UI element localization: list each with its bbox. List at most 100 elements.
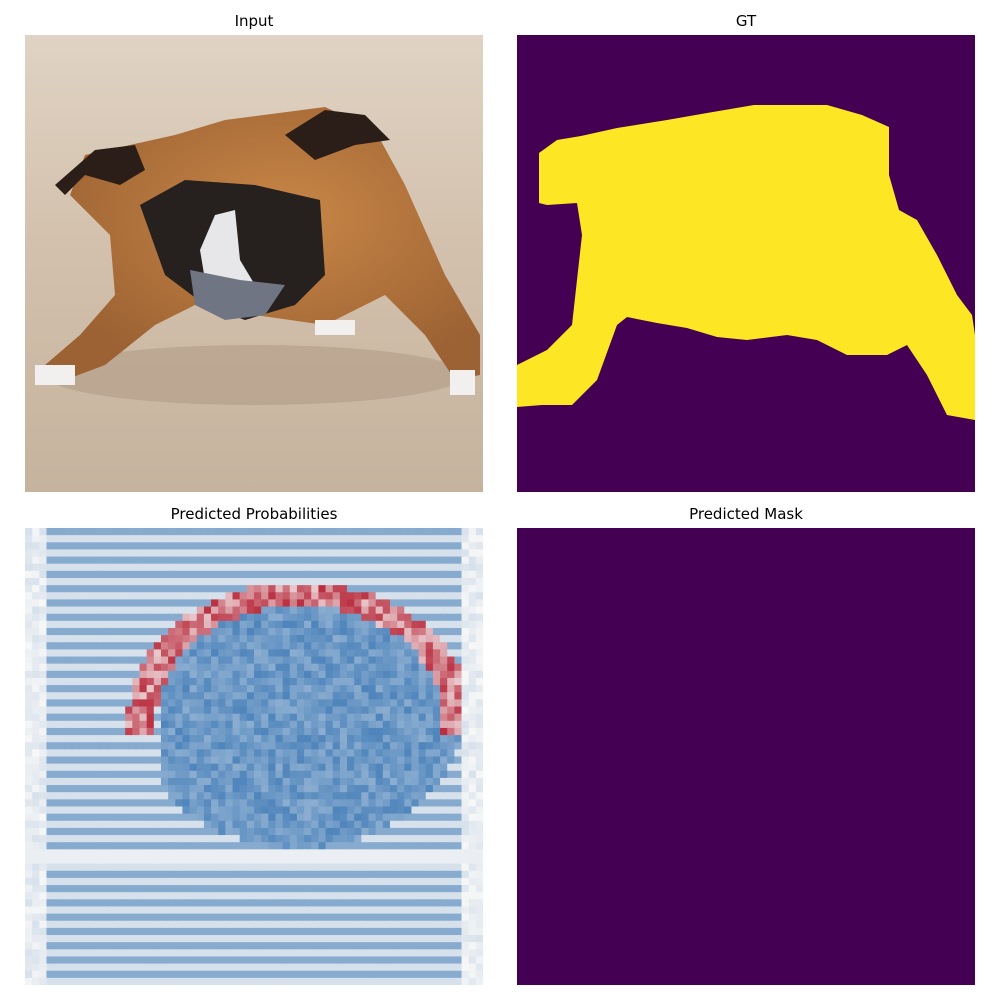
heatmap-cell [282,806,291,815]
heatmap-cell [182,685,191,693]
heatmap-cell [268,570,276,579]
heatmap-cell [218,606,226,615]
heatmap-cell [225,963,234,972]
heatmap-cell [39,749,47,757]
heatmap-cell [96,785,105,793]
heatmap-cell [332,727,341,736]
heatmap-cell [46,570,55,579]
heatmap-cell [347,792,355,800]
heatmap-cell [361,763,369,772]
heatmap-cell [354,877,362,886]
heatmap-cell [404,913,412,922]
heatmap-cell [440,720,448,729]
heatmap-cell [239,592,248,600]
heatmap-cell [60,906,69,915]
heatmap-cell [354,642,362,650]
heatmap-cell [432,870,441,879]
heatmap-cell [246,727,255,736]
heatmap-cell [440,906,448,915]
heatmap-cell [404,663,412,672]
heatmap-cell [175,877,183,886]
heatmap-cell [296,620,305,629]
heatmap-cell [203,799,212,807]
heatmap-cell [39,592,47,600]
heatmap-cell [118,577,126,586]
heatmap-cell [454,785,463,793]
heatmap-cell [203,563,212,572]
heatmap-cell [454,835,463,843]
heatmap-cell [75,613,83,622]
heatmap-cell [89,935,98,943]
heatmap-cell [189,913,198,922]
heatmap-cell [25,835,33,843]
heatmap-cell [175,885,183,893]
heatmap-cell [75,563,83,572]
heatmap-cell [361,820,369,829]
heatmap-cell [268,892,276,900]
heatmap-cell [368,549,377,558]
heatmap-cell [82,535,90,543]
heatmap-cell [39,599,47,608]
heatmap-cell [118,535,126,543]
heatmap-cell [275,870,284,879]
heatmap-cell [432,720,441,729]
heatmap-cell [53,713,62,722]
heatmap-cell [454,920,463,929]
heatmap-cell [261,577,269,586]
heatmap-cell [232,949,241,957]
heatmap-cell [211,528,219,536]
heatmap-cell [146,892,155,900]
heatmap-cell [75,699,83,708]
heatmap-cell [282,835,291,843]
heatmap-cell [304,542,312,550]
heatmap-cell [67,556,76,565]
heatmap-cell [432,820,441,829]
heatmap-cell [282,827,291,836]
heatmap-cell [132,563,140,572]
heatmap-cell [304,770,312,779]
heatmap-cell [275,977,284,985]
heatmap-cell [347,763,355,772]
heatmap-cell [261,970,269,979]
heatmap-cell [475,785,483,793]
heatmap-cell [318,792,327,800]
heatmap-cell [440,963,448,972]
heatmap-cell [361,627,369,636]
heatmap-cell [347,592,355,600]
heatmap-cell [432,577,441,586]
heatmap-cell [325,813,334,822]
heatmap-cell [32,813,40,822]
heatmap-cell [232,956,241,965]
heatmap-cell [218,792,226,800]
heatmap-cell [125,549,133,558]
heatmap-cell [211,849,219,857]
heatmap-cell [189,706,198,715]
heatmap-cell [60,649,69,658]
heatmap-cell [382,635,391,643]
heatmap-cell [275,942,284,950]
heatmap-cell [218,699,226,708]
heatmap-cell [110,942,119,950]
heatmap-cell [32,563,40,572]
heatmap-cell [325,913,334,922]
heatmap-cell [347,863,355,872]
heatmap-cell [25,792,33,800]
heatmap-cell [454,956,463,965]
heatmap-cell [411,577,420,586]
heatmap-cell [447,677,455,686]
heatmap-cell [32,792,40,800]
heatmap-cell [175,713,183,722]
heatmap-cell [468,556,477,565]
heatmap-cell [475,620,483,629]
heatmap-cell [39,813,47,822]
heatmap-cell [382,613,391,622]
heatmap-cell [268,856,276,865]
heatmap-cell [382,949,391,957]
heatmap-cell [39,720,47,729]
heatmap-cell [254,599,262,608]
heatmap-cell [354,899,362,907]
heatmap-cell [304,620,312,629]
heatmap-cell [261,906,269,915]
heatmap-cell [125,749,133,757]
heatmap-cell [168,585,176,593]
